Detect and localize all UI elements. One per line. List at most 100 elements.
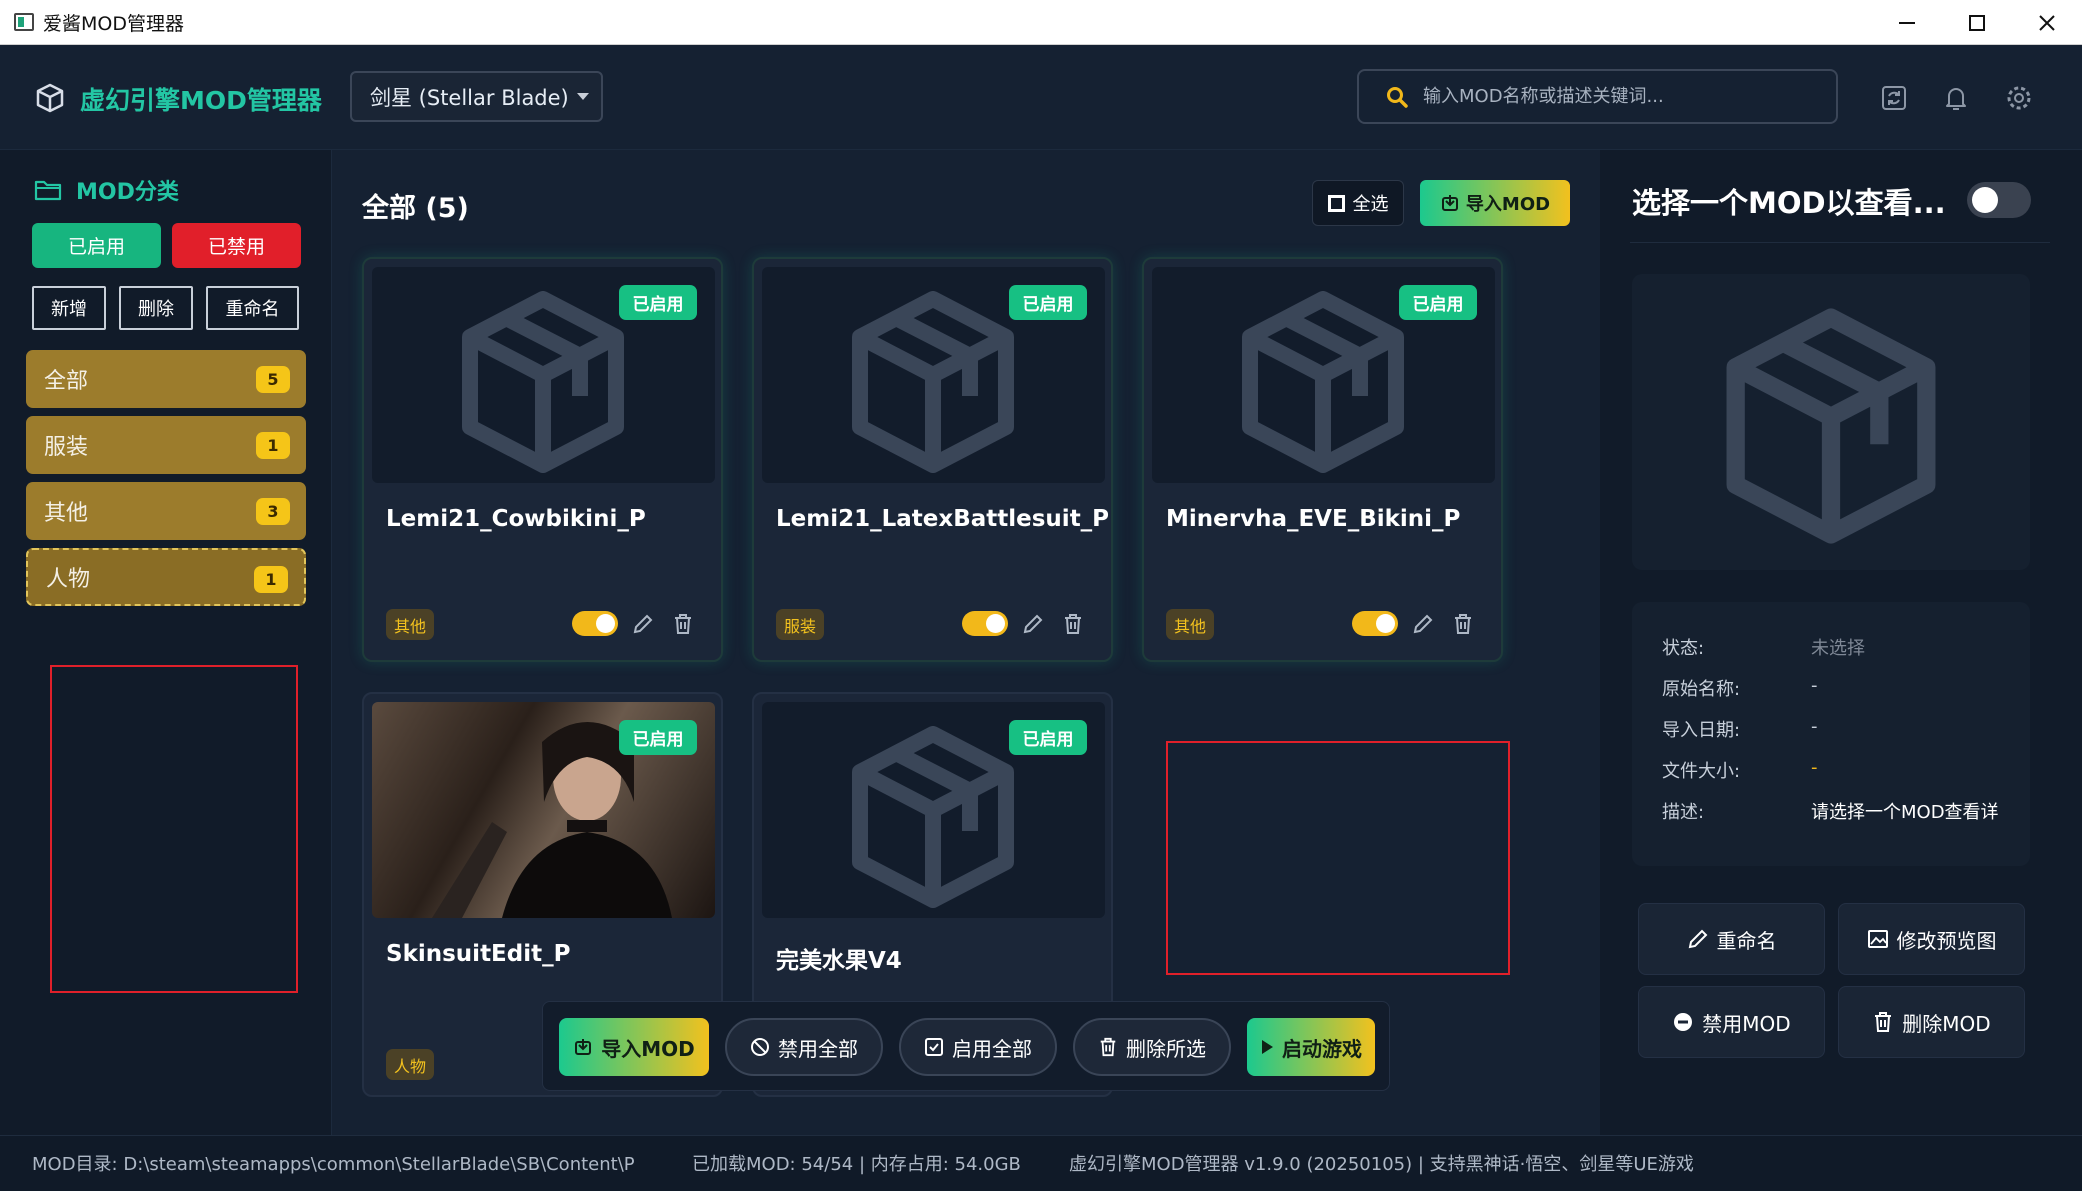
edit-icon[interactable] xyxy=(1022,613,1044,635)
game-select[interactable]: 剑星 (Stellar Blade) xyxy=(350,71,603,122)
delete-selected-button[interactable]: 删除所选 xyxy=(1073,1018,1231,1076)
mod-directory-text: MOD目录: D:\steam\steamapps\common\Stellar… xyxy=(32,1154,634,1175)
mod-card[interactable]: 已启用 Lemi21_LatexBattlesuit_P 服装 xyxy=(752,257,1113,662)
window-title: 爱酱MOD管理器 xyxy=(43,12,184,35)
mod-toggle[interactable] xyxy=(572,611,618,636)
bottom-action-bar: 导入MOD 禁用全部 启用全部 删除所选 启动游戏 xyxy=(542,1001,1390,1091)
filter-enabled-button[interactable]: 已启用 xyxy=(32,223,161,268)
bell-icon[interactable] xyxy=(1941,83,1971,113)
trash-icon[interactable] xyxy=(1452,613,1474,635)
category-item-other[interactable]: 其他 3 xyxy=(26,482,306,540)
loaded-mods-text: 已加载MOD: 54/54 | 内存占用: 54.0GB xyxy=(692,1154,1021,1175)
mod-toggle[interactable] xyxy=(962,611,1008,636)
details-toggle[interactable] xyxy=(1967,182,2031,218)
highlight-region xyxy=(50,665,298,993)
mod-category-tag: 其他 xyxy=(386,609,435,640)
search-box[interactable] xyxy=(1357,69,1838,124)
mod-name: Lemi21_LatexBattlesuit_P xyxy=(776,506,1110,532)
edit-preview-button[interactable]: 修改预览图 xyxy=(1838,903,2025,975)
select-all-button[interactable]: 全选 xyxy=(1312,180,1404,226)
info-value: - xyxy=(1811,716,1818,737)
delete-category-button[interactable]: 删除 xyxy=(119,286,193,330)
mod-toggle[interactable] xyxy=(1352,611,1398,636)
mod-thumbnail: 已启用 xyxy=(372,267,715,483)
mod-preview-image: 已启用 xyxy=(372,702,715,918)
trash-icon[interactable] xyxy=(1062,613,1084,635)
mod-category-tag: 服装 xyxy=(776,609,825,640)
enabled-badge: 已启用 xyxy=(619,285,697,320)
close-icon xyxy=(2039,14,2055,31)
mod-category-tag: 其他 xyxy=(1166,609,1215,640)
cube-logo-icon xyxy=(36,83,64,113)
checkbox-checked-icon xyxy=(925,1038,943,1056)
info-value: 请选择一个MOD查看详 xyxy=(1811,802,1999,823)
trash-icon xyxy=(1875,1012,1892,1032)
edit-icon[interactable] xyxy=(1412,613,1434,635)
minimize-button[interactable] xyxy=(1872,0,1942,45)
rename-category-button[interactable]: 重命名 xyxy=(206,286,299,330)
edit-icon[interactable] xyxy=(632,613,654,635)
chevron-down-icon xyxy=(577,93,589,100)
trash-icon[interactable] xyxy=(672,613,694,635)
enabled-badge: 已启用 xyxy=(1399,285,1477,320)
page-title: 全部 (5) xyxy=(362,193,469,224)
mod-grid-panel: 全部 (5) 全选 导入MOD 已启用 Lemi21_Cowbikini_P 其… xyxy=(332,150,1600,1135)
mod-category-tag: 人物 xyxy=(386,1049,435,1080)
checkbox-icon xyxy=(1327,194,1345,212)
search-input[interactable] xyxy=(1423,86,1803,107)
category-item-clothing[interactable]: 服装 1 xyxy=(26,416,306,474)
info-value: - xyxy=(1811,757,1818,778)
info-value: - xyxy=(1811,675,1818,696)
package-icon xyxy=(852,726,1014,908)
app-icon xyxy=(14,13,34,31)
mod-card[interactable]: 已启用 Lemi21_Cowbikini_P 其他 xyxy=(362,257,723,662)
minimize-icon xyxy=(1899,21,1915,24)
enable-all-label: 启用全部 xyxy=(952,1036,1032,1061)
mod-card[interactable]: 已启用 Minervha_EVE_Bikini_P 其他 xyxy=(1142,257,1503,662)
close-button[interactable] xyxy=(2012,0,2082,45)
info-label: 状态: xyxy=(1662,638,1705,659)
highlight-region xyxy=(1166,741,1510,975)
import-icon xyxy=(575,1039,592,1055)
category-count-badge: 1 xyxy=(254,566,288,593)
bottom-import-button[interactable]: 导入MOD xyxy=(559,1018,709,1076)
minus-circle-icon xyxy=(1674,1013,1693,1031)
category-item-all[interactable]: 全部 5 xyxy=(26,350,306,408)
category-label: 其他 xyxy=(44,501,89,526)
delete-mod-button[interactable]: 删除MOD xyxy=(1838,986,2025,1058)
info-label: 原始名称: xyxy=(1662,679,1741,700)
enabled-badge: 已启用 xyxy=(619,720,697,755)
add-category-button[interactable]: 新增 xyxy=(32,286,106,330)
maximize-button[interactable] xyxy=(1942,0,2012,45)
select-all-label: 全选 xyxy=(1352,194,1389,215)
enabled-badge: 已启用 xyxy=(1009,285,1087,320)
category-item-character[interactable]: 人物 1 xyxy=(26,548,306,606)
category-count-badge: 5 xyxy=(256,366,290,393)
enable-all-button[interactable]: 启用全部 xyxy=(899,1018,1057,1076)
import-icon xyxy=(1441,195,1458,211)
info-label: 导入日期: xyxy=(1662,720,1741,741)
import-mod-button[interactable]: 导入MOD xyxy=(1420,180,1570,226)
gear-icon[interactable] xyxy=(2004,83,2034,113)
disable-all-button[interactable]: 禁用全部 xyxy=(725,1018,883,1076)
rename-mod-button[interactable]: 重命名 xyxy=(1638,903,1825,975)
game-select-value: 剑星 (Stellar Blade) xyxy=(370,85,569,110)
info-label: 文件大小: xyxy=(1662,761,1741,782)
app-header: 虚幻引擎MOD管理器 剑星 (Stellar Blade) xyxy=(0,45,2082,150)
mod-name: SkinsuitEdit_P xyxy=(386,941,571,967)
category-sidebar: MOD分类 已启用 已禁用 新增 删除 重命名 全部 5 服装 1 其他 3 人… xyxy=(0,150,332,1135)
import-mod-label: 导入MOD xyxy=(1465,194,1551,215)
category-heading: MOD分类 xyxy=(34,174,179,206)
refresh-icon[interactable] xyxy=(1879,83,1909,113)
disable-mod-button[interactable]: 禁用MOD xyxy=(1638,986,1825,1058)
play-icon xyxy=(1262,1040,1273,1054)
window-titlebar: 爱酱MOD管理器 xyxy=(0,0,2082,45)
mod-details-panel: 选择一个MOD以查看... 状态: 未选择 原始名称: - 导入日期: - 文件… xyxy=(1600,150,2082,1135)
filter-disabled-button[interactable]: 已禁用 xyxy=(172,223,301,268)
ban-icon xyxy=(751,1038,769,1056)
image-icon xyxy=(1867,930,1888,948)
mod-name: Lemi21_Cowbikini_P xyxy=(386,506,646,532)
details-info: 状态: 未选择 原始名称: - 导入日期: - 文件大小: - 描述: 请选择一… xyxy=(1632,602,2030,866)
launch-game-button[interactable]: 启动游戏 xyxy=(1247,1018,1375,1076)
disable-mod-label: 禁用MOD xyxy=(1702,1011,1791,1036)
